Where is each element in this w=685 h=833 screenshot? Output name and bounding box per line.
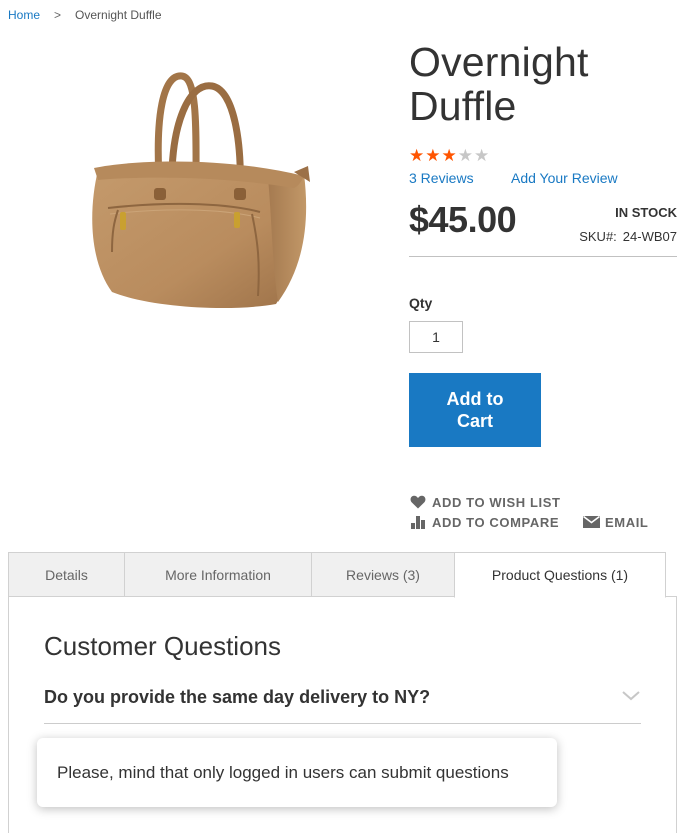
question-item[interactable]: Do you provide the same day delivery to … — [44, 687, 430, 708]
add-to-cart-button[interactable]: Add to Cart — [409, 373, 541, 447]
star-icon: ★ — [474, 146, 490, 165]
add-to-wishlist-link[interactable]: ADD TO WISH LIST — [409, 494, 561, 510]
heart-icon — [409, 494, 427, 510]
compare-label: ADD TO COMPARE — [432, 514, 560, 530]
add-to-cart-label-line2: Cart — [456, 411, 493, 431]
product-price: $45.00 — [409, 199, 517, 240]
reviews-count-link[interactable]: 3 Reviews — [409, 170, 474, 186]
qty-label: Qty — [409, 295, 433, 311]
breadcrumb-home-link[interactable]: Home — [8, 8, 40, 22]
breadcrumb-separator-icon: > — [54, 8, 62, 22]
login-required-notice: Please, mind that only logged in users c… — [37, 738, 557, 807]
rating-stars: ★ ★ ★ ★ ★ — [409, 147, 489, 164]
tab-more-information[interactable]: More Information — [124, 552, 312, 597]
product-sku: SKU#: 24-WB07 — [579, 229, 677, 244]
tab-product-questions[interactable]: Product Questions (1) — [454, 552, 666, 598]
star-icon: ★ — [425, 146, 441, 165]
email-link[interactable]: EMAIL — [582, 514, 648, 530]
star-icon: ★ — [441, 146, 457, 165]
sku-label: SKU#: — [579, 229, 617, 244]
customer-questions-title: Customer Questions — [44, 631, 281, 661]
product-title: Overnight Duffle — [409, 39, 589, 129]
tab-reviews[interactable]: Reviews (3) — [311, 552, 455, 597]
bar-chart-icon — [409, 514, 427, 530]
add-your-review-link[interactable]: Add Your Review — [511, 170, 618, 186]
breadcrumb-current: Overnight Duffle — [75, 8, 162, 22]
chevron-down-icon[interactable] — [620, 688, 642, 704]
sku-value: 24-WB07 — [622, 229, 677, 244]
tab-details[interactable]: Details — [8, 552, 125, 597]
question-divider — [44, 723, 641, 724]
duffle-bag-illustration — [92, 72, 310, 308]
qty-input[interactable] — [409, 321, 463, 353]
product-tabs: Details More Information Reviews (3) Pro… — [8, 552, 676, 598]
add-to-cart-label-line1: Add to — [446, 389, 504, 409]
wishlist-label: ADD TO WISH LIST — [432, 494, 561, 510]
star-icon: ★ — [409, 146, 425, 165]
breadcrumb: Home > Overnight Duffle — [8, 8, 162, 22]
price-divider — [409, 256, 677, 257]
add-to-compare-link[interactable]: ADD TO COMPARE — [409, 514, 559, 530]
envelope-icon — [582, 514, 600, 530]
star-icon: ★ — [457, 146, 473, 165]
product-image[interactable] — [72, 52, 320, 317]
email-label: EMAIL — [605, 514, 649, 530]
stock-status: IN STOCK — [615, 205, 677, 220]
notice-message: Please, mind that only logged in users c… — [57, 762, 509, 782]
